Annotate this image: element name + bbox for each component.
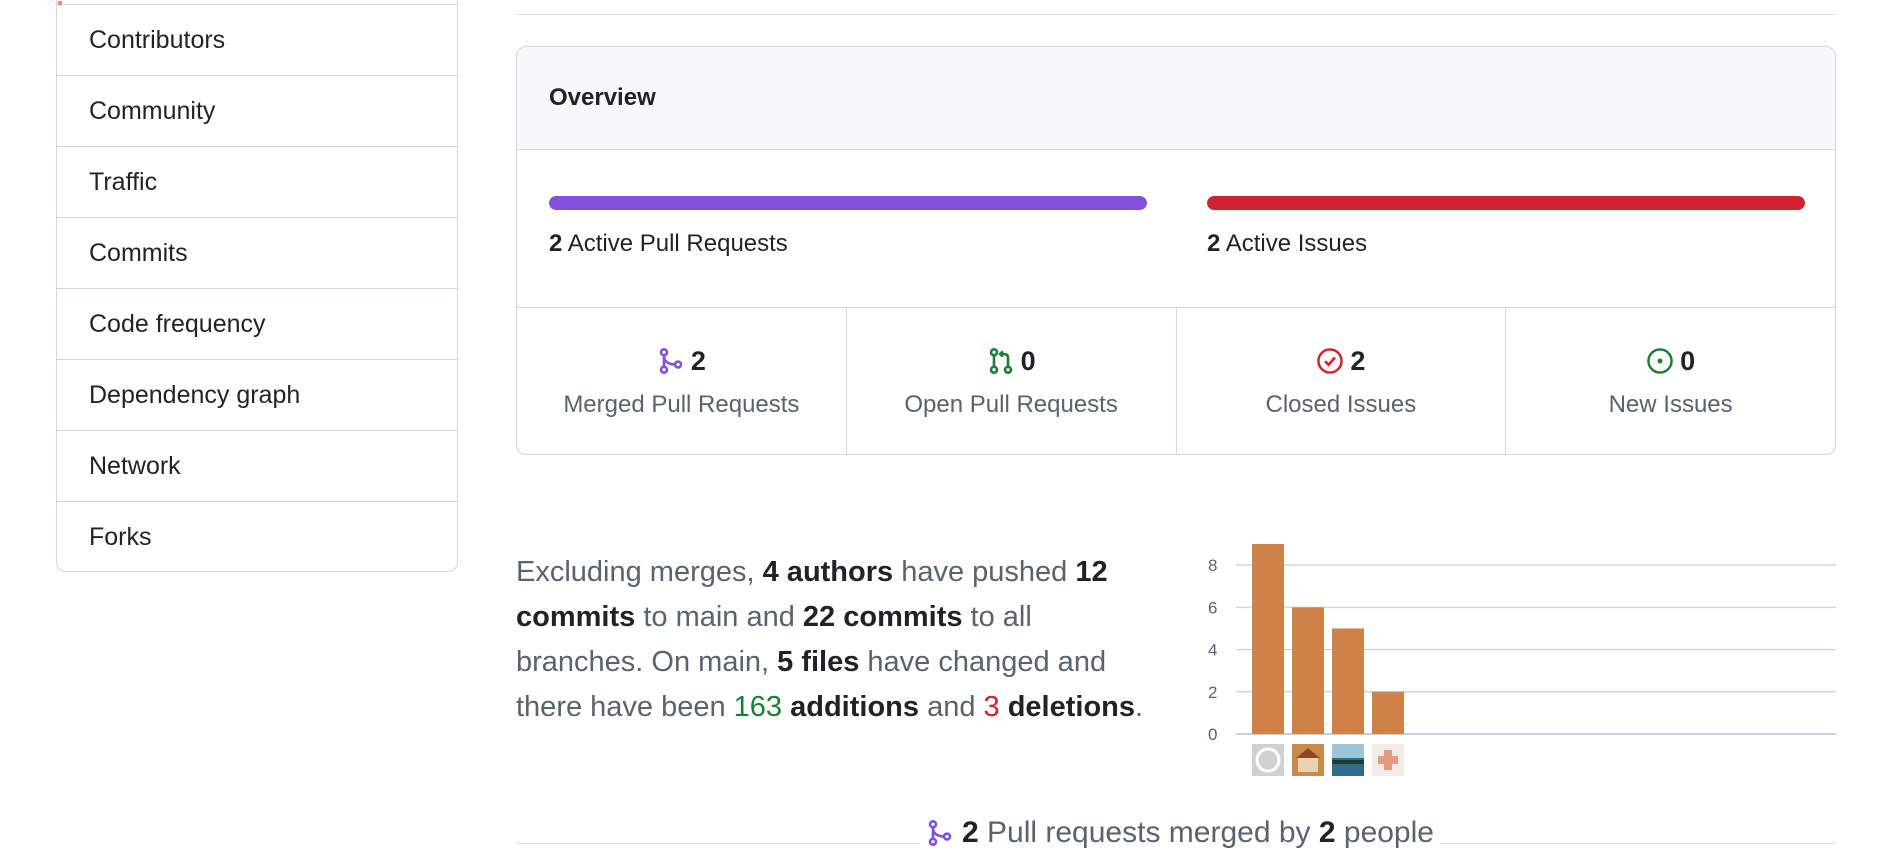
people-count: 2 [1318, 816, 1336, 849]
sidebar-item-label: Community [89, 96, 216, 125]
bar-author-2 [1292, 607, 1324, 734]
active-pull-requests-text: Active Pull Requests [567, 230, 788, 257]
sidebar-item-code-frequency[interactable]: Code frequency [57, 288, 457, 359]
open-pull-requests-count: 0 [1020, 345, 1036, 376]
bar-author-1 [1252, 544, 1284, 734]
issue-closed-icon [1317, 348, 1344, 374]
active-issues-label: 2 Active Issues [1207, 230, 1805, 258]
sidebar-item-commits[interactable]: Commits [57, 217, 457, 288]
merged-count: 2 [962, 816, 979, 849]
sidebar-item-label: Forks [89, 522, 152, 551]
house-photo-avatar-mark [1298, 756, 1318, 772]
commit-summary: Excluding merges, 4 authors have pushed … [516, 550, 1156, 730]
y-tick-label: 6 [1208, 598, 1217, 617]
y-tick-label: 0 [1208, 725, 1217, 744]
stat-merged-pull-requests[interactable]: 2 Merged Pull Requests [517, 308, 846, 454]
stat-closed-issues[interactable]: 2 Closed Issues [1175, 308, 1506, 454]
summary-text: Excluding merges, [516, 556, 763, 588]
sidebar-item-label: Network [89, 451, 181, 480]
new-issues-count: 0 [1680, 345, 1696, 376]
activity-bars: 2 Active Pull Requests 2 Active Issues [517, 150, 1835, 308]
git-merge-icon [928, 819, 952, 847]
bar-author-3 [1332, 628, 1364, 734]
sidebar-item-community[interactable]: Community [57, 75, 457, 146]
git-pull-request-icon [989, 347, 1012, 375]
merged-pull-requests-label: Merged Pull Requests [563, 391, 800, 418]
overview-stats: 2 Merged Pull Requests 0 Open Pull Reque… [517, 308, 1835, 454]
deletions-label: deletions [999, 691, 1136, 723]
active-issues[interactable]: 2 Active Issues [1207, 196, 1805, 258]
sidebar-item-label: Contributors [89, 25, 226, 54]
lake-photo-avatar-sky [1332, 744, 1364, 758]
sidebar-item-contributors[interactable]: Contributors [57, 4, 457, 75]
pull-requests-progress-bar [549, 196, 1147, 210]
files-changed-count: 5 files [777, 646, 860, 678]
merged-pull-requests-count: 2 [690, 345, 706, 376]
sidebar-item-label: Commits [89, 238, 188, 267]
active-pull-requests-count: 2 [549, 230, 563, 257]
summary-text: . [1135, 691, 1144, 723]
overview-panel: Overview 2 Active Pull Requests 2 Active… [516, 46, 1836, 455]
y-tick-label: 8 [1208, 556, 1217, 575]
people-text: people [1335, 816, 1434, 849]
commits-all-count: 22 commits [802, 601, 963, 633]
issue-opened-icon [1647, 348, 1673, 374]
deletions-count: 3 [983, 691, 1000, 723]
open-pull-requests-label: Open Pull Requests [904, 391, 1118, 418]
additions-label: additions [782, 691, 920, 723]
commits-by-author-chart: 0 2 4 6 8 [1208, 544, 1836, 776]
issues-progress-bar [1207, 196, 1805, 210]
active-issues-count: 2 [1207, 230, 1221, 257]
merged-pull-requests-summary: 2 Pull requests merged by 2 people [920, 816, 1440, 850]
y-tick-label: 4 [1208, 641, 1217, 660]
active-pull-requests[interactable]: 2 Active Pull Requests [549, 196, 1147, 258]
sidebar-item-label: Traffic [89, 167, 158, 196]
sidebar-item-label: Code frequency [89, 309, 266, 338]
new-issues-label: New Issues [1608, 391, 1733, 418]
active-pull-requests-label: 2 Active Pull Requests [549, 230, 1147, 258]
sidebar-item-network[interactable]: Network [57, 430, 457, 501]
sidebar-item-dependency-graph[interactable]: Dependency graph [57, 359, 457, 430]
stat-new-issues[interactable]: 0 New Issues [1505, 308, 1835, 454]
git-merge-icon [659, 347, 683, 375]
insights-sidebar: Contributors Community Traffic Commits C… [56, 0, 458, 572]
merged-text: Pull requests merged by [978, 816, 1319, 849]
closed-issues-count: 2 [1350, 345, 1366, 376]
stat-open-pull-requests[interactable]: 0 Open Pull Requests [845, 308, 1176, 454]
y-tick-label: 2 [1208, 683, 1217, 702]
sidebar-item-traffic[interactable]: Traffic [57, 146, 457, 217]
closed-issues-label: Closed Issues [1265, 391, 1417, 418]
sidebar-item-label: Dependency graph [89, 380, 301, 409]
summary-text: and [919, 691, 984, 723]
issues-progress-fill [1207, 196, 1805, 210]
summary-text: to main and [635, 601, 803, 633]
lake-photo-avatar-shore [1332, 760, 1364, 764]
additions-count: 163 [733, 691, 783, 723]
active-item-indicator [58, 1, 62, 5]
active-issues-text: Active Issues [1225, 230, 1368, 257]
bar-author-4 [1372, 691, 1404, 734]
section-divider [516, 14, 1836, 15]
authors-count: 4 authors [762, 556, 894, 588]
sidebar-item-forks[interactable]: Forks [57, 501, 457, 572]
summary-text: have pushed [893, 556, 1076, 588]
overview-title: Overview [517, 47, 1835, 150]
pull-requests-progress-fill [549, 196, 1147, 210]
